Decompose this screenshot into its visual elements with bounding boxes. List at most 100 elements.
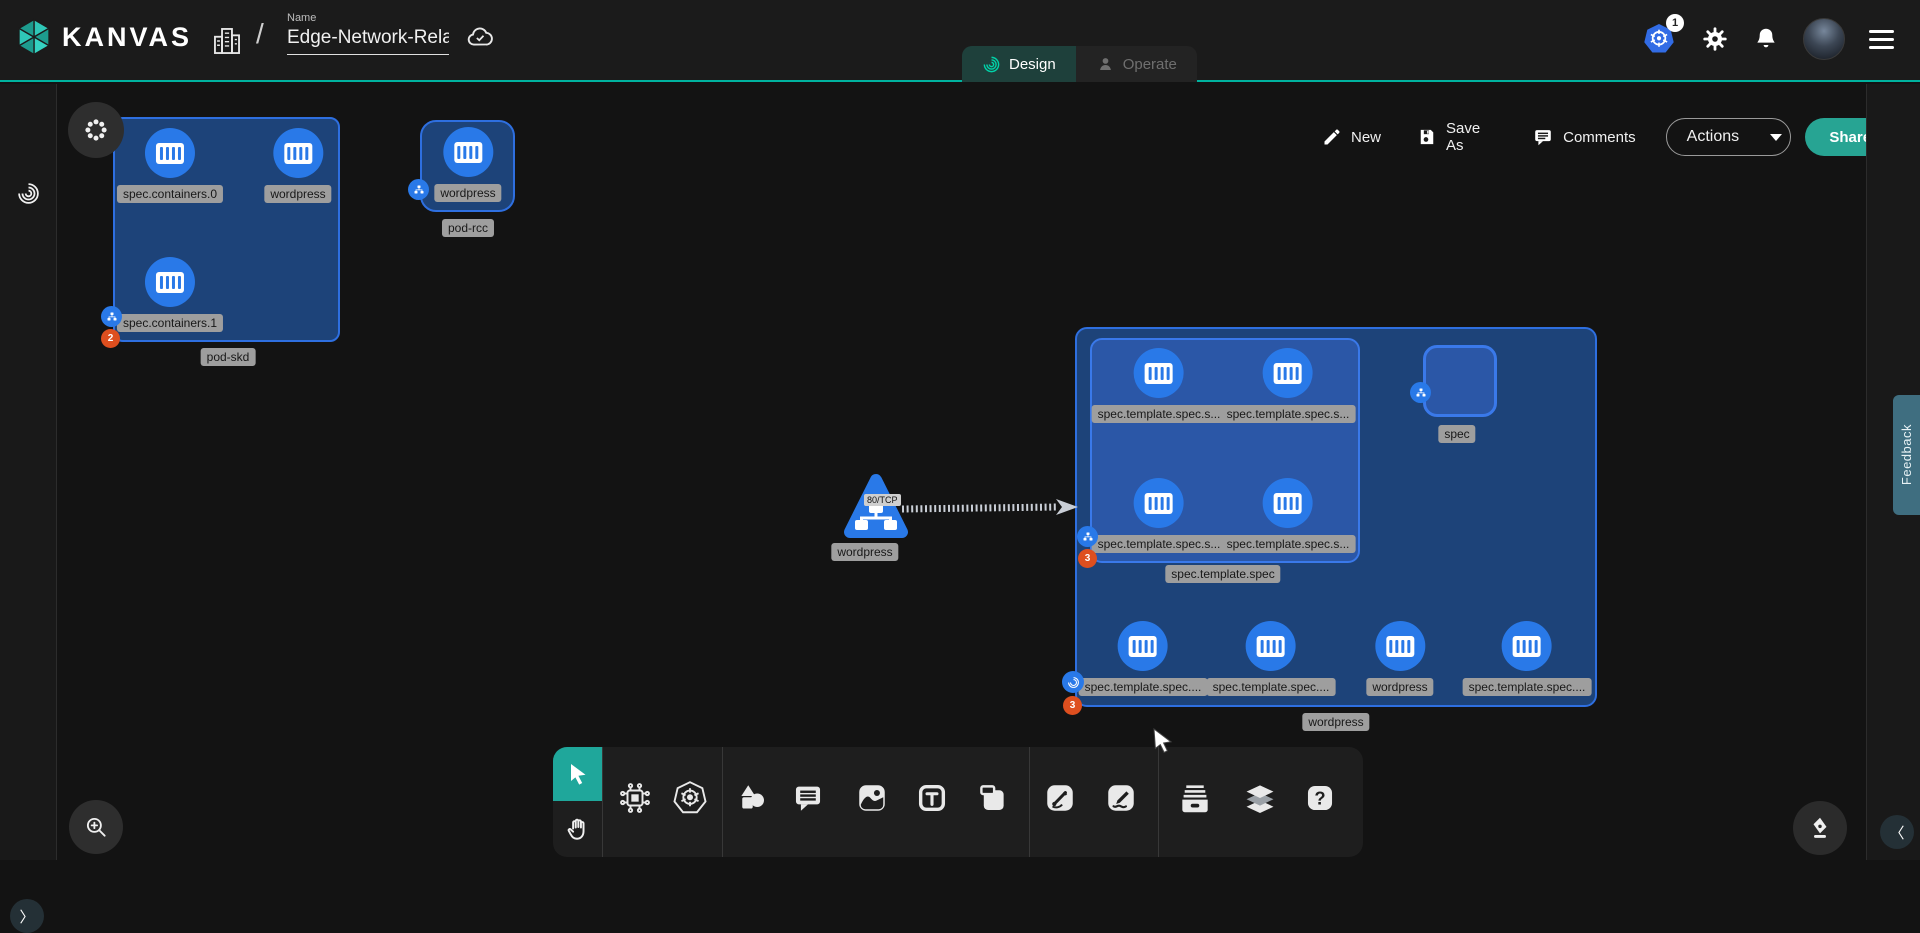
container-node-wordpress-1[interactable]: wordpress xyxy=(264,128,331,203)
hierarchy-badge-icon[interactable] xyxy=(1077,526,1098,547)
zoom-search-button[interactable] xyxy=(69,800,123,854)
drawer-archive-tool[interactable] xyxy=(1172,775,1218,821)
user-avatar[interactable] xyxy=(1803,18,1845,60)
image-tool[interactable] xyxy=(849,775,895,821)
expand-left-panel-button[interactable]: 〉 xyxy=(10,899,44,933)
container-node-template-2[interactable]: spec.template.spec.s... xyxy=(1092,478,1227,553)
kanvas-logo[interactable]: KANVAS xyxy=(14,16,192,58)
error-count-badge[interactable]: 2 xyxy=(101,329,120,348)
new-label: New xyxy=(1351,129,1381,146)
hierarchy-badge-icon[interactable] xyxy=(101,306,122,327)
container-node-template-3[interactable]: spec.template.spec.s... xyxy=(1221,478,1356,553)
container-node-deploy-3[interactable]: spec.template.spec.... xyxy=(1463,621,1592,696)
feedback-label: Feedback xyxy=(1899,424,1914,485)
select-tool-button[interactable] xyxy=(553,747,602,801)
context-count-badge: 1 xyxy=(1666,14,1684,32)
group-label-spec-template-spec: spec.template.spec xyxy=(1165,565,1280,583)
layers-tool[interactable] xyxy=(1237,775,1283,821)
pencil-draw-tool[interactable] xyxy=(1098,775,1144,821)
tab-design[interactable]: Design xyxy=(962,46,1076,82)
container-node-wordpress-rcc[interactable]: wordpress xyxy=(434,127,501,202)
container-node-deploy-0[interactable]: spec.template.spec.... xyxy=(1079,621,1208,696)
container-icon xyxy=(1502,621,1552,671)
canvas-toolbar: ? xyxy=(553,747,1363,857)
container-icon xyxy=(443,127,493,177)
container-node-deploy-1[interactable]: spec.template.spec.... xyxy=(1207,621,1336,696)
components-chip-tool[interactable] xyxy=(612,775,658,821)
container-icon xyxy=(1134,478,1184,528)
container-icon xyxy=(145,128,195,178)
top-bar: KANVAS / Name Edge-Network-Relatio xyxy=(0,0,1920,82)
error-count-badge[interactable]: 3 xyxy=(1078,549,1097,568)
toolbar-divider xyxy=(722,747,723,857)
toolbar-divider xyxy=(602,747,603,857)
operate-person-icon xyxy=(1096,55,1115,74)
flower-resource-icon[interactable] xyxy=(68,102,124,158)
svg-text:?: ? xyxy=(1314,788,1325,809)
design-name-field[interactable]: Name Edge-Network-Relatio xyxy=(287,12,449,55)
new-button[interactable]: New xyxy=(1322,127,1381,147)
kanvas-hexagon-icon xyxy=(14,16,54,58)
service-edge[interactable] xyxy=(890,492,1090,524)
save-floppy-icon xyxy=(1417,127,1437,147)
container-node-template-0[interactable]: spec.template.spec.s... xyxy=(1092,348,1227,423)
save-as-button[interactable]: Save As xyxy=(1417,120,1496,154)
container-node-spec-containers-0[interactable]: spec.containers.0 xyxy=(117,128,223,203)
kubernetes-tool[interactable] xyxy=(667,775,713,821)
service-node-label: wordpress xyxy=(831,543,898,561)
container-icon xyxy=(1246,621,1296,671)
container-icon xyxy=(1263,348,1313,398)
pan-tool-button[interactable] xyxy=(553,801,602,857)
actions-dropdown[interactable]: Actions xyxy=(1666,118,1792,156)
settings-gear-icon[interactable] xyxy=(1701,25,1729,53)
node-label: wordpress xyxy=(434,184,501,202)
tab-operate-label: Operate xyxy=(1123,56,1177,73)
cloud-saved-icon xyxy=(463,22,497,52)
container-node-deploy-wordpress[interactable]: wordpress xyxy=(1366,621,1433,696)
container-icon xyxy=(1118,621,1168,671)
container-icon xyxy=(273,128,323,178)
service-triangle-node[interactable] xyxy=(843,472,909,544)
group-label-pod-skd: pod-skd xyxy=(201,348,256,366)
design-name-input[interactable]: Edge-Network-Relatio xyxy=(287,27,449,55)
building-icon[interactable] xyxy=(210,22,244,60)
container-node-template-1[interactable]: spec.template.spec.s... xyxy=(1221,348,1356,423)
hand-icon xyxy=(565,816,591,842)
actions-caret-icon[interactable] xyxy=(1755,132,1791,142)
comments-label: Comments xyxy=(1563,129,1636,146)
feedback-tab[interactable]: Feedback xyxy=(1893,395,1920,515)
hierarchy-badge-icon[interactable] xyxy=(1410,382,1431,403)
shapes-tool[interactable] xyxy=(729,775,775,821)
pen-tool[interactable] xyxy=(1037,775,1083,821)
toolbar-divider xyxy=(1158,747,1159,857)
comments-button[interactable]: Comments xyxy=(1532,126,1636,148)
kubernetes-context-button[interactable]: 1 xyxy=(1641,21,1677,57)
node-label: spec.template.spec.s... xyxy=(1092,405,1227,423)
text-tool[interactable] xyxy=(909,775,955,821)
container-node-spec-containers-1[interactable]: spec.containers.1 xyxy=(117,257,223,332)
toolbar-divider xyxy=(1029,747,1030,857)
help-tool[interactable]: ? xyxy=(1297,775,1343,821)
collapse-right-panel-button[interactable]: 〈 xyxy=(1880,815,1914,849)
spiral-badge-icon[interactable] xyxy=(1062,671,1084,693)
mouse-cursor xyxy=(1152,728,1176,754)
pen-nib-button[interactable] xyxy=(1793,801,1847,855)
notifications-bell-icon[interactable] xyxy=(1753,26,1779,52)
group-label-pod-rcc: pod-rcc xyxy=(442,219,494,237)
save-as-label: Save As xyxy=(1446,120,1496,154)
brand-name: KANVAS xyxy=(62,22,192,53)
sticky-note-tool[interactable] xyxy=(970,775,1016,821)
spec-node[interactable] xyxy=(1423,345,1497,417)
container-icon xyxy=(1134,348,1184,398)
breadcrumb-separator: / xyxy=(256,18,264,50)
meshery-spiral-icon[interactable] xyxy=(16,181,41,206)
spec-node-label: spec xyxy=(1438,425,1475,443)
tab-operate[interactable]: Operate xyxy=(1076,46,1197,82)
menu-hamburger-icon[interactable] xyxy=(1869,30,1894,49)
node-label: spec.template.spec.s... xyxy=(1221,405,1356,423)
node-label: spec.template.spec.... xyxy=(1207,678,1336,696)
error-count-badge[interactable]: 3 xyxy=(1063,696,1082,715)
hierarchy-badge-icon[interactable] xyxy=(408,179,429,200)
comment-tool[interactable] xyxy=(785,775,831,821)
node-label: spec.template.spec.s... xyxy=(1092,535,1227,553)
